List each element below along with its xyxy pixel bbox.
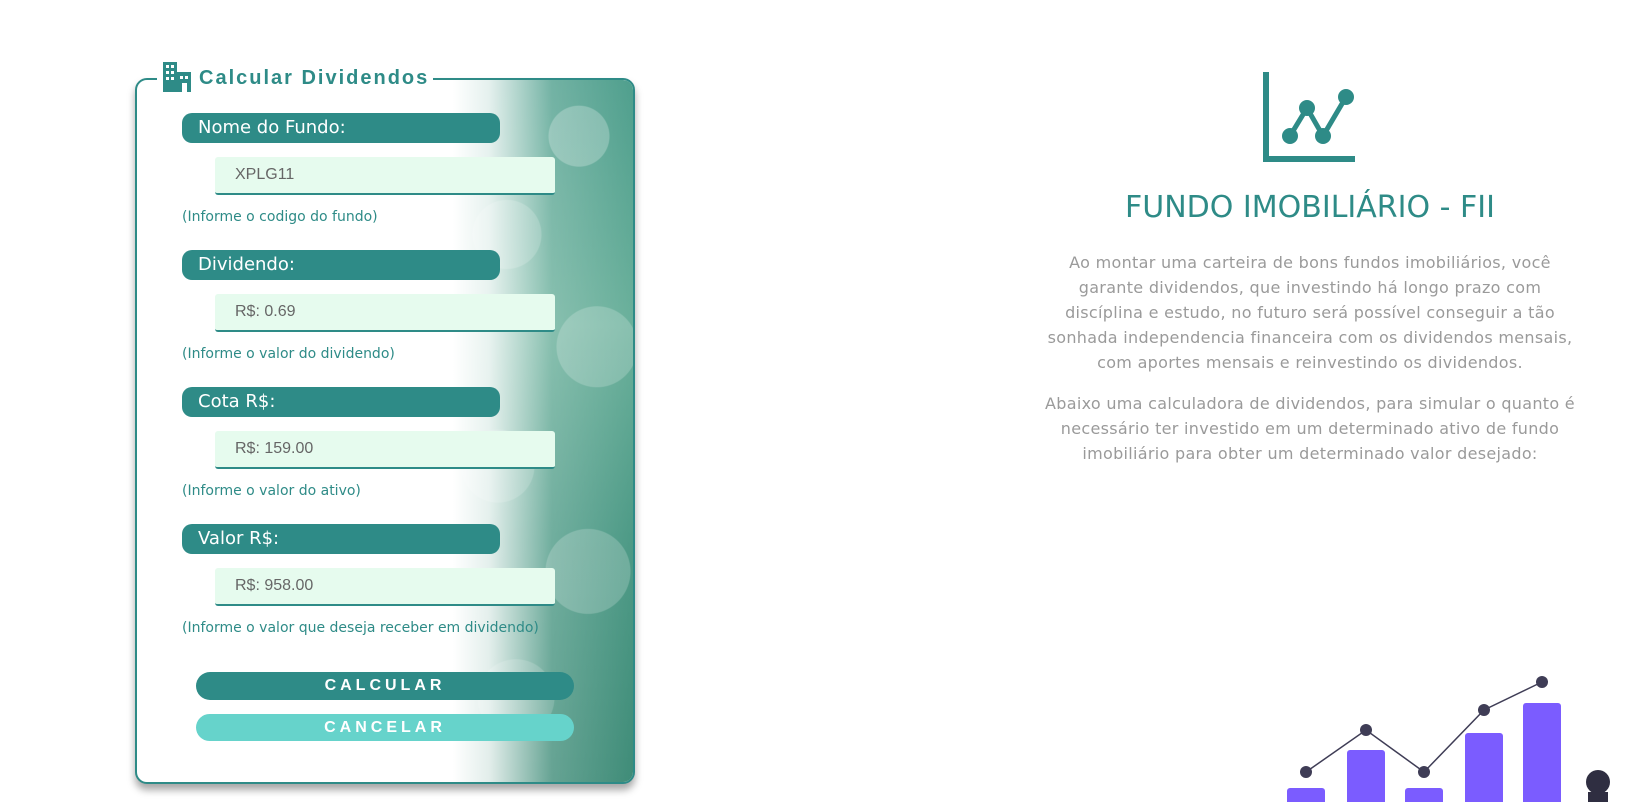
cancel-button[interactable]: CANCELAR [196,714,574,741]
info-paragraph-1: Ao montar uma carteira de bons fundos im… [1047,253,1573,372]
form-title: Calcular Dividendos [199,66,430,89]
info-paragraph-2: Abaixo uma calculadora de dividendos, pa… [1045,394,1575,463]
bar-2 [1347,750,1385,802]
point-4 [1478,704,1490,716]
form-legend: Calcular Dividendos [157,62,434,94]
target-value-label: Valor R$: [182,524,500,554]
point-3 [1418,766,1430,778]
bar-3 [1405,788,1443,802]
quota-label: Cota R$: [182,387,500,417]
dividend-input[interactable] [215,294,555,332]
fund-name-label: Nome do Fundo: [182,113,500,143]
target-value-hint: (Informe o valor que deseja receber em d… [182,620,539,636]
bar-4 [1465,733,1503,802]
person-head [1586,770,1610,794]
bar-5 [1523,703,1561,802]
point-2 [1360,724,1372,736]
dividend-label: Dividendo: [182,250,500,280]
person-body [1588,792,1608,802]
quota-hint: (Informe o valor do ativo) [182,483,361,499]
target-value-input[interactable] [215,568,555,606]
bar-1 [1287,788,1325,802]
growth-illustration [1287,676,1610,802]
building-icon [163,62,191,92]
fund-name-hint: (Informe o codigo do fundo) [182,209,378,225]
dividend-hint: (Informe o valor do dividendo) [182,346,395,362]
calculate-button[interactable]: CALCULAR [196,672,574,700]
line-chart-icon [1263,72,1355,162]
point-1 [1300,766,1312,778]
point-5 [1536,676,1548,688]
info-title: FUNDO IMOBILIÁRIO - FII [1125,190,1495,225]
quota-input[interactable] [215,431,555,469]
fund-name-input[interactable] [215,157,555,195]
